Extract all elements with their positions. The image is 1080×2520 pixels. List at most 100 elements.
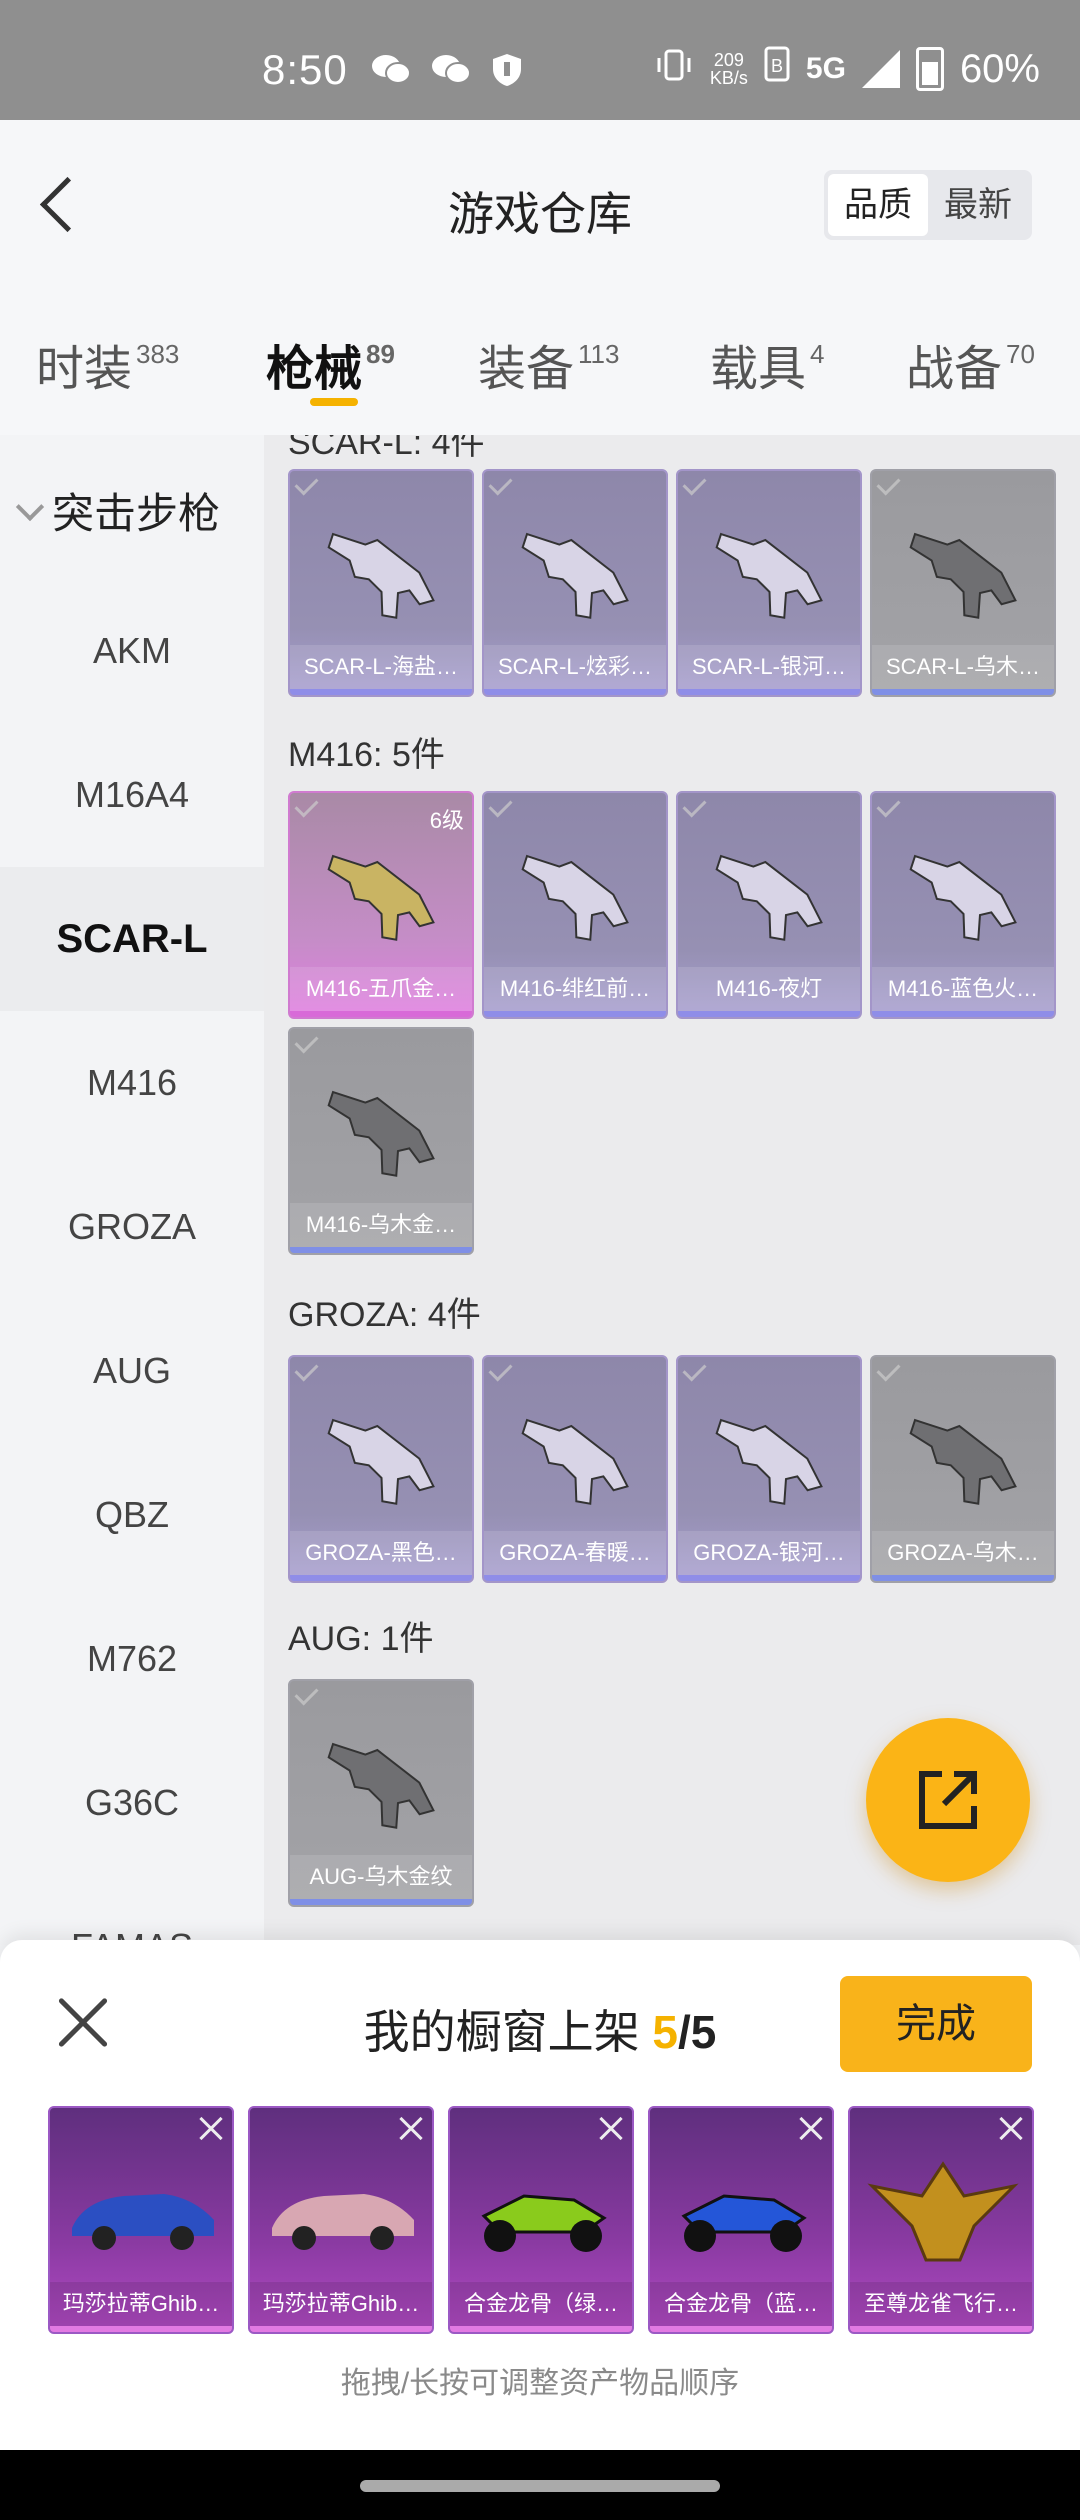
share-button[interactable] <box>866 1718 1030 1882</box>
net-speed: 209 KB/s <box>710 51 748 87</box>
car-icon <box>72 2194 214 2250</box>
gun-icon <box>909 854 1017 941</box>
rarity-bar <box>678 1011 860 1017</box>
skin-name: M416-夜灯 <box>678 967 860 1011</box>
home-indicator[interactable] <box>360 2480 720 2492</box>
gun-icon <box>909 532 1017 619</box>
skin-name: M416-乌木金… <box>290 1203 472 1247</box>
skin-card[interactable]: GROZA-春暖… <box>482 1355 668 1583</box>
check-icon <box>294 471 319 496</box>
skin-card[interactable]: GROZA-银河… <box>676 1355 862 1583</box>
skin-card[interactable]: M416-绯红前… <box>482 791 668 1019</box>
net-speed-value: 209 <box>713 50 744 70</box>
skin-card[interactable]: GROZA-乌木… <box>870 1355 1056 1583</box>
skin-card[interactable]: M416-夜灯 <box>676 791 862 1019</box>
sidebar-item-famas[interactable]: FAMAS <box>0 1875 264 1945</box>
sidebar-item-aug[interactable]: AUG <box>0 1299 264 1443</box>
skin-card[interactable]: SCAR-L-海盐… <box>288 469 474 697</box>
sidebar-item-akm[interactable]: AKM <box>0 579 264 723</box>
svg-text:B: B <box>771 56 783 76</box>
tab-count: 70 <box>1006 339 1035 369</box>
tab-vehicles[interactable]: 载具 4 <box>710 329 824 399</box>
tab-count: 89 <box>366 339 395 369</box>
skin-card[interactable]: SCAR-L-乌木… <box>870 469 1056 697</box>
buggy-icon <box>681 2194 807 2252</box>
skin-card[interactable]: SCAR-L-银河… <box>676 469 862 697</box>
sidebar-item-qbz[interactable]: QBZ <box>0 1443 264 1587</box>
sidebar-group-label: 突击步枪 <box>52 490 221 537</box>
tab-label: 载具 <box>710 343 807 396</box>
remove-item-icon[interactable] <box>198 2116 224 2142</box>
showcase-item[interactable]: 合金龙骨（蓝… <box>648 2106 834 2334</box>
gun-icon <box>327 1742 435 1829</box>
sidebar-item-m762[interactable]: M762 <box>0 1587 264 1731</box>
tab-supplies[interactable]: 战备 70 <box>906 329 1035 399</box>
chevron-down-icon <box>15 492 45 521</box>
skin-card[interactable]: 6级 M416-五爪金… <box>288 791 474 1019</box>
status-right: 209 KB/s B 5G 60% <box>654 46 1040 92</box>
gun-icon <box>715 532 823 619</box>
buggy-icon <box>481 2194 607 2252</box>
section-title-groza: GROZA: 4件 <box>288 1296 481 1334</box>
showcase-item[interactable]: 至尊龙雀飞行… <box>848 2106 1034 2334</box>
rarity-bar <box>290 689 472 695</box>
rarity-bar <box>872 1575 1054 1581</box>
tab-count: 383 <box>136 339 180 369</box>
skin-card[interactable]: GROZA-黑色… <box>288 1355 474 1583</box>
sidebar-item-g36c[interactable]: G36C <box>0 1731 264 1875</box>
rarity-bar <box>678 689 860 695</box>
skin-card[interactable]: SCAR-L-炫彩… <box>482 469 668 697</box>
showcase-max: 5 <box>690 2006 717 2058</box>
skin-card[interactable]: AUG-乌木金纹 <box>288 1679 474 1907</box>
battery-icon <box>915 47 944 91</box>
remove-item-icon[interactable] <box>998 2116 1024 2142</box>
gun-icon <box>909 1418 1017 1505</box>
tab-outfits[interactable]: 时装 383 <box>36 329 179 399</box>
showcase-item[interactable]: 合金龙骨（绿… <box>448 2106 634 2334</box>
sim-icon: B <box>764 46 790 92</box>
tab-label: 战备 <box>906 343 1003 396</box>
gun-icon <box>327 1090 435 1177</box>
sidebar-item-m416[interactable]: M416 <box>0 1011 264 1155</box>
sort-toggle: 品质 最新 <box>824 170 1032 240</box>
showcase-item[interactable]: 玛莎拉蒂Ghib… <box>248 2106 434 2334</box>
sidebar-item-scar-l[interactable]: SCAR-L <box>0 867 264 1011</box>
remove-item-icon[interactable] <box>398 2116 424 2142</box>
rarity-bar <box>678 1575 860 1581</box>
showcase-item-name: 玛莎拉蒂Ghib… <box>250 2282 432 2326</box>
app-header: 游戏仓库 品质 最新 <box>0 120 1080 285</box>
skin-name: SCAR-L-银河… <box>678 645 860 689</box>
rarity-bar <box>850 2326 1032 2332</box>
tab-weapons[interactable]: 枪械 89 <box>266 329 395 399</box>
check-icon <box>488 793 513 818</box>
showcase-item[interactable]: 玛莎拉蒂Ghib… <box>48 2106 234 2334</box>
tab-label: 枪械 <box>266 343 363 396</box>
tab-equipment[interactable]: 装备 113 <box>478 329 619 399</box>
gun-icon <box>715 854 823 941</box>
remove-item-icon[interactable] <box>598 2116 624 2142</box>
rarity-bar <box>250 2326 432 2332</box>
done-button[interactable]: 完成 <box>840 1976 1032 2072</box>
status-time: 8:50 <box>262 46 348 93</box>
sidebar-item-m16a4[interactable]: M16A4 <box>0 723 264 867</box>
wingsuit-icon <box>867 2161 1019 2262</box>
network-type: 5G <box>805 52 846 85</box>
rarity-bar <box>290 1011 472 1017</box>
skin-name: M416-五爪金… <box>290 967 472 1011</box>
skin-card[interactable]: M416-乌木金… <box>288 1027 474 1255</box>
gun-icon <box>521 854 629 941</box>
tab-count: 113 <box>578 339 620 369</box>
rarity-bar <box>290 1899 472 1905</box>
sidebar-group-assault-rifles[interactable]: 突击步枪 <box>15 480 221 541</box>
skin-card[interactable]: M416-蓝色火… <box>870 791 1056 1019</box>
level-badge: 6级 <box>429 808 464 833</box>
wechat-icon <box>430 52 472 86</box>
remove-item-icon[interactable] <box>798 2116 824 2142</box>
sidebar-item-groza[interactable]: GROZA <box>0 1155 264 1299</box>
gun-icon <box>715 1418 823 1505</box>
sort-option-quality[interactable]: 品质 <box>828 174 928 236</box>
net-speed-unit: KB/s <box>709 68 748 88</box>
showcase-title-text: 我的橱窗上架 <box>363 2006 640 2058</box>
car-icon <box>272 2194 414 2250</box>
sort-option-newest[interactable]: 最新 <box>928 174 1028 236</box>
